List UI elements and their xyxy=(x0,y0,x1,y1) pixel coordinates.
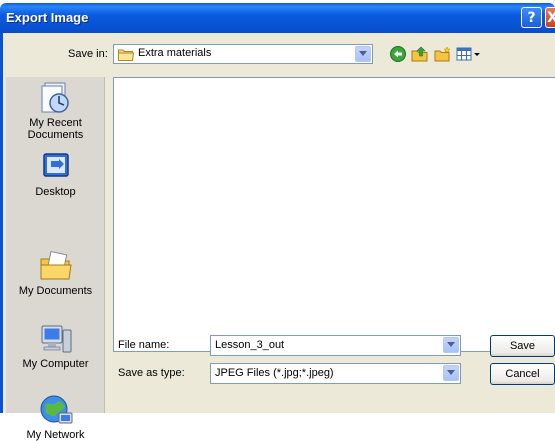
places-bar: My Recent Documents Desktop My Documents… xyxy=(6,77,105,441)
close-button[interactable]: X xyxy=(545,7,555,28)
up-folder-icon[interactable] xyxy=(411,45,429,63)
title-bar[interactable]: Export Image ? X xyxy=(0,3,555,33)
folder-icon xyxy=(118,48,135,64)
back-icon[interactable] xyxy=(389,45,407,63)
cancel-button-label: Cancel xyxy=(505,368,540,380)
place-label-line1: My Recent xyxy=(29,117,82,129)
place-label: My Network xyxy=(26,429,85,441)
place-my-computer[interactable]: My Computer xyxy=(6,322,105,370)
file-name-value: Lesson_3_out xyxy=(215,339,285,351)
place-desktop[interactable]: Desktop xyxy=(6,150,105,198)
my-computer-icon xyxy=(39,322,73,356)
close-icon: X xyxy=(547,10,555,26)
chevron-down-icon[interactable] xyxy=(443,337,459,353)
place-label: My Computer xyxy=(22,358,89,370)
chevron-down-icon[interactable] xyxy=(355,46,371,62)
place-label: My Documents xyxy=(18,285,93,297)
view-menu-icon[interactable] xyxy=(455,45,483,63)
file-name-label: File name: xyxy=(118,339,170,351)
my-documents-icon xyxy=(39,249,73,283)
window-title: Export Image xyxy=(6,10,89,25)
save-button[interactable]: Save xyxy=(490,335,555,357)
save-button-label: Save xyxy=(509,340,536,352)
save-in-value: Extra materials xyxy=(138,47,212,59)
save-in-dropdown[interactable]: Extra materials xyxy=(113,44,373,64)
my-network-icon xyxy=(39,393,73,427)
place-label-line2: Documents xyxy=(27,129,84,141)
save-as-type-dropdown[interactable]: JPEG Files (*.jpg;*.jpeg) xyxy=(210,363,461,384)
save-as-type-value: JPEG Files (*.jpg;*.jpeg) xyxy=(215,367,334,379)
dialog-body: Save in: Extra materials My Recent Docum… xyxy=(0,33,555,441)
cancel-button[interactable]: Cancel xyxy=(490,363,555,385)
help-button[interactable]: ? xyxy=(521,7,542,28)
export-image-dialog: Export Image ? X Save in: Extra material… xyxy=(0,3,555,441)
place-my-recent-documents[interactable]: My Recent Documents xyxy=(6,81,105,141)
place-my-documents[interactable]: My Documents xyxy=(6,249,105,297)
file-name-input[interactable]: Lesson_3_out xyxy=(210,335,461,356)
save-in-label: Save in: xyxy=(68,48,108,60)
help-icon: ? xyxy=(527,9,536,26)
file-list[interactable] xyxy=(113,77,555,352)
recent-documents-icon xyxy=(39,81,73,115)
save-as-type-label: Save as type: xyxy=(118,367,185,379)
new-folder-icon[interactable] xyxy=(434,45,452,63)
place-label: Desktop xyxy=(35,186,76,198)
chevron-down-icon[interactable] xyxy=(443,365,459,381)
desktop-icon xyxy=(39,150,73,184)
place-my-network[interactable]: My Network xyxy=(6,393,105,441)
